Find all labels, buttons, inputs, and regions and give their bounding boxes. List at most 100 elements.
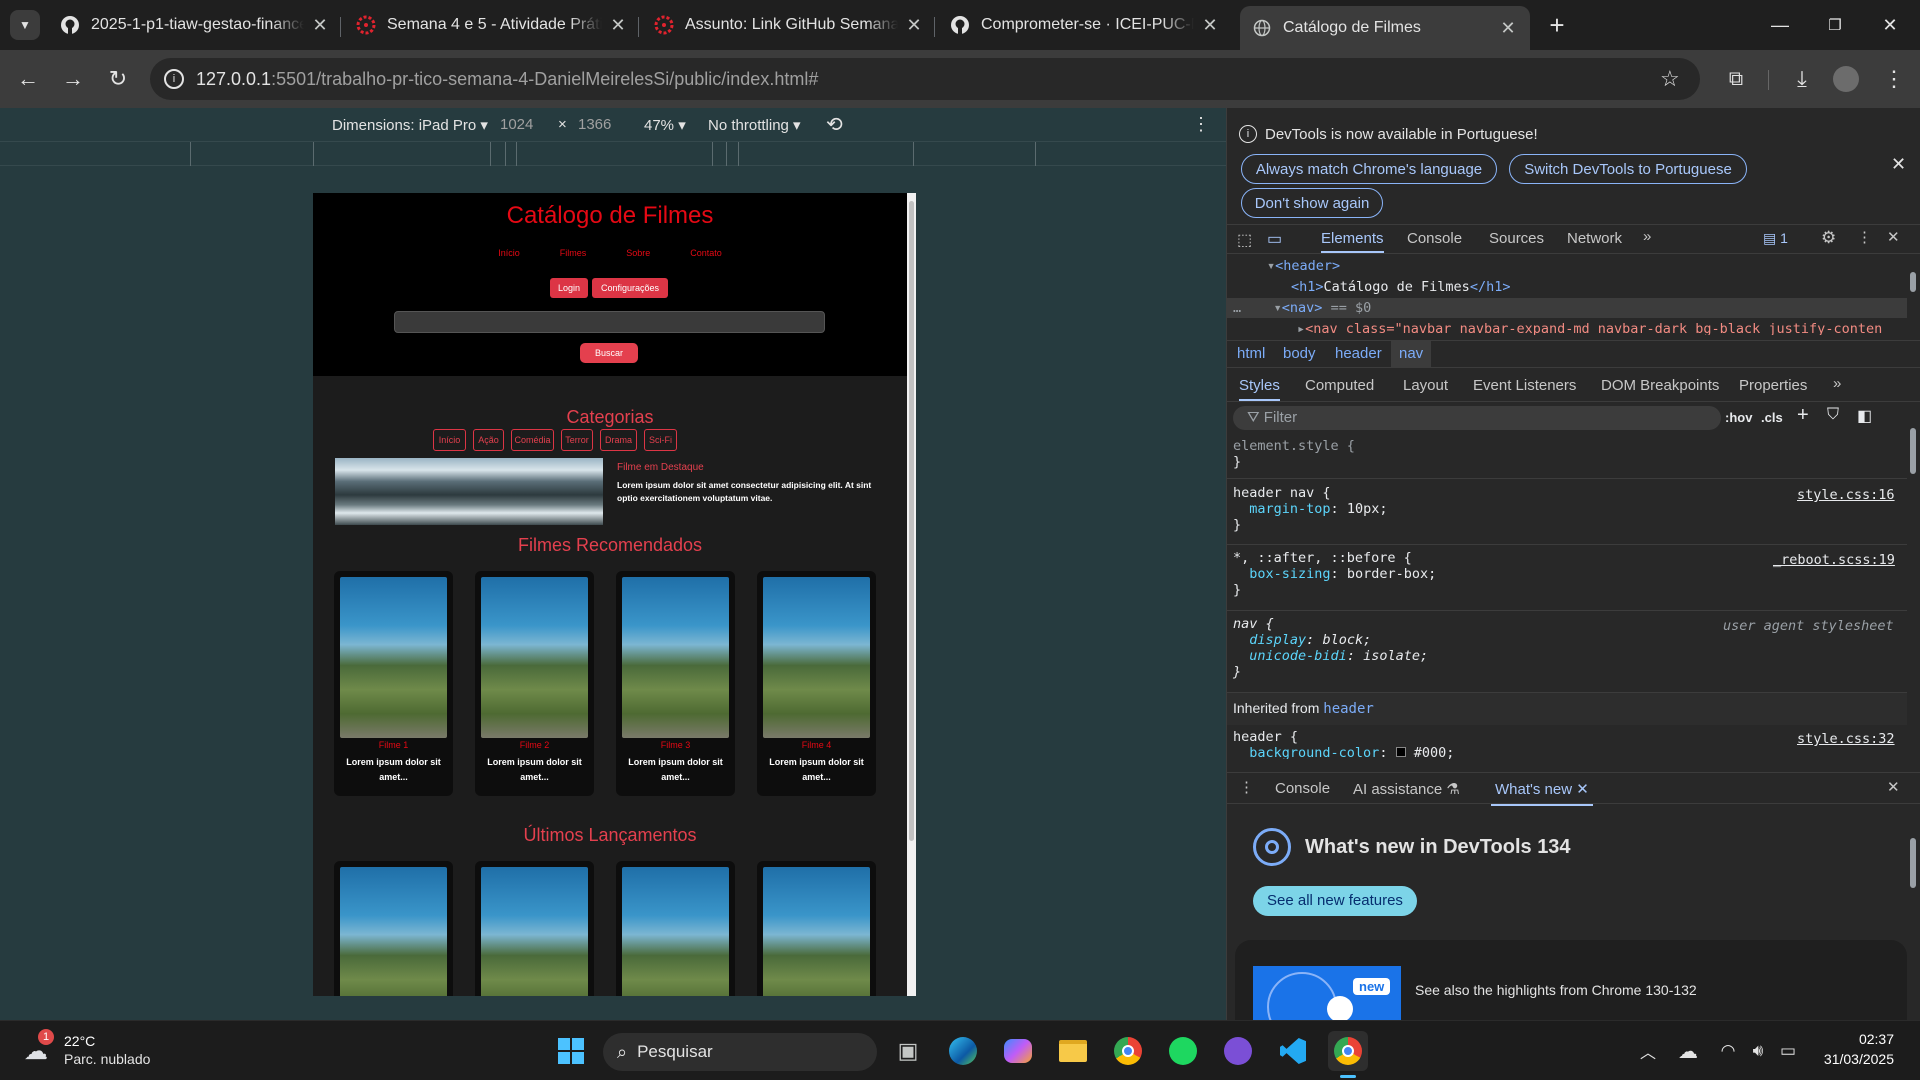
movie-card[interactable]: Filme 4 Lorem ipsum dolor sit amet... [757, 571, 876, 796]
clock-time[interactable]: 02:37 [1826, 1031, 1894, 1047]
drawer-menu-icon[interactable]: ⋮ [1239, 778, 1254, 796]
dom-line-nav[interactable]: … ▾<nav> == $0 [1233, 300, 1371, 316]
menu-kebab-icon[interactable]: ⋮ [1876, 61, 1912, 97]
close-devtools-icon[interactable]: ✕ [1887, 228, 1900, 246]
more-style-tabs-icon[interactable]: » [1833, 375, 1841, 392]
movie-card[interactable]: Filme 2 Lorem ipsum dolor sit amet... [475, 571, 594, 796]
rule-element-style[interactable]: element.style { } [1233, 438, 1355, 470]
close-banner-icon[interactable]: ✕ [1891, 154, 1906, 175]
drawer-tab-whats-new[interactable]: What's new ✕ [1491, 780, 1593, 806]
search-input[interactable] [394, 311, 825, 333]
new-tab-button[interactable]: + [1540, 8, 1574, 42]
login-button[interactable]: Login [550, 278, 588, 298]
chrome-dev-icon[interactable] [1328, 1031, 1368, 1071]
issues-badge[interactable]: ▤ 1 [1763, 230, 1788, 247]
crumb-body[interactable]: body [1283, 345, 1316, 362]
tab-3[interactable]: Assunto: Link GitHub Semana 3 ✕ [654, 8, 924, 42]
close-tab-icon[interactable]: ✕ [1576, 781, 1589, 798]
movie-card[interactable]: Filme 1 Lorem ipsum dolor sit amet... [334, 571, 453, 796]
crumb-header[interactable]: header [1335, 345, 1382, 362]
tab-dom-breakpoints[interactable]: DOM Breakpoints [1601, 377, 1719, 394]
bookmark-star-icon[interactable]: ☆ [1660, 66, 1680, 92]
drawer-tab-console[interactable]: Console [1275, 780, 1330, 797]
switch-language-button[interactable]: Switch DevTools to Portuguese [1509, 154, 1747, 184]
chrome-icon[interactable] [1108, 1031, 1148, 1071]
height-input[interactable]: 1366 [578, 116, 611, 133]
battery-icon[interactable]: ▭ [1768, 1031, 1808, 1071]
source-link[interactable]: _reboot.scss:19 [1773, 552, 1895, 568]
site-info-icon[interactable]: i [164, 69, 184, 89]
nav-link-inicio[interactable]: Início [498, 248, 520, 258]
release-card[interactable] [757, 861, 876, 996]
tab-layout[interactable]: Layout [1403, 377, 1448, 394]
search-button[interactable]: Buscar [580, 343, 638, 363]
tab-properties[interactable]: Properties [1739, 377, 1807, 394]
close-tab-icon[interactable]: ✕ [904, 15, 924, 36]
settings-button[interactable]: Configurações [592, 278, 668, 298]
drawer-tab-ai[interactable]: AI assistance ⚗ [1353, 780, 1460, 798]
onedrive-icon[interactable]: ☁ [1668, 1031, 1708, 1071]
close-drawer-icon[interactable]: ✕ [1887, 778, 1900, 796]
tab-4[interactable]: Comprometer-se · ICEI-PUC-Min ✕ [950, 8, 1220, 42]
tab-elements[interactable]: Elements [1321, 230, 1384, 253]
restore-button[interactable]: ❐ [1815, 10, 1855, 40]
hov-toggle[interactable]: :hov [1725, 410, 1752, 425]
address-bar[interactable]: i 127.0.0.1:5501/trabalho-pr-tico-semana… [150, 58, 1700, 100]
devtools-menu-icon[interactable]: ⋮ [1857, 228, 1872, 246]
release-card[interactable] [334, 861, 453, 996]
close-tab-icon[interactable]: ✕ [310, 15, 330, 36]
movie-card[interactable]: Filme 3 Lorem ipsum dolor sit amet... [616, 571, 735, 796]
avatar[interactable] [1828, 61, 1864, 97]
category-drama[interactable]: Drama [600, 429, 637, 451]
rule-header-nav[interactable]: header nav { margin-top: 10px; } [1233, 485, 1387, 533]
styles-scrollbar[interactable] [1909, 408, 1917, 770]
tab-network[interactable]: Network [1567, 230, 1622, 247]
zoom-select[interactable]: 47% ▾ [644, 116, 686, 134]
nav-link-sobre[interactable]: Sobre [626, 248, 650, 258]
throttling-select[interactable]: No throttling ▾ [708, 116, 801, 134]
minimize-button[interactable]: — [1760, 10, 1800, 40]
crumb-nav[interactable]: nav [1391, 341, 1432, 367]
add-rule-icon[interactable]: + [1797, 404, 1809, 427]
close-tab-icon[interactable]: ✕ [1498, 18, 1518, 39]
rotate-icon[interactable]: ⟲ [826, 112, 843, 137]
tab-sources[interactable]: Sources [1489, 230, 1544, 247]
match-language-button[interactable]: Always match Chrome's language [1241, 154, 1497, 184]
paint-icon[interactable]: ⛉ [1827, 406, 1839, 424]
tab-2[interactable]: Semana 4 e 5 - Atividade Prátic ✕ [356, 8, 628, 42]
windows-start-icon[interactable] [551, 1031, 591, 1071]
back-arrow-icon[interactable]: ← [10, 61, 46, 97]
more-tabs-icon[interactable]: » [1643, 228, 1651, 245]
rule-header[interactable]: header { background-color: #000; [1233, 729, 1454, 759]
close-tab-icon[interactable]: ✕ [1200, 15, 1220, 36]
device-more-icon[interactable]: ⋮ [1192, 114, 1210, 135]
weather-widget[interactable]: ☁ 1 22°C Parc. nublado [20, 1029, 170, 1071]
category-acao[interactable]: Ação [473, 429, 504, 451]
dom-scrollbar[interactable] [1909, 258, 1917, 338]
close-tab-icon[interactable]: ✕ [608, 15, 628, 36]
dimensions-select[interactable]: Dimensions: iPad Pro ▾ [332, 116, 488, 134]
download-icon[interactable]: ⤓ [1784, 61, 1820, 97]
see-all-features-button[interactable]: See all new features [1253, 886, 1417, 916]
category-comedia[interactable]: Comédia [511, 429, 554, 451]
close-window-button[interactable]: ✕ [1870, 10, 1910, 40]
forward-arrow-icon[interactable]: → [55, 61, 91, 97]
edge-icon[interactable] [943, 1031, 983, 1071]
cls-toggle[interactable]: .cls [1761, 410, 1783, 425]
tab-styles[interactable]: Styles [1239, 377, 1280, 401]
rule-universal[interactable]: *, ::after, ::before { box-sizing: borde… [1233, 550, 1436, 598]
reload-icon[interactable]: ↻ [100, 61, 136, 97]
device-toggle-icon[interactable]: ▭ [1267, 229, 1282, 249]
spotify-icon[interactable] [1163, 1031, 1203, 1071]
nav-link-contato[interactable]: Contato [690, 248, 722, 258]
inspect-icon[interactable]: ⬚ [1237, 230, 1252, 250]
file-explorer-icon[interactable] [1053, 1031, 1093, 1071]
taskbar-search[interactable]: ⌕ Pesquisar [603, 1033, 877, 1071]
tab-5-active[interactable]: Catálogo de Filmes ✕ [1240, 6, 1530, 50]
tab-event-listeners[interactable]: Event Listeners [1473, 377, 1576, 394]
dom-line-inner-nav[interactable]: ▸<nav class="navbar navbar-expand-md nav… [1297, 321, 1897, 335]
extensions-icon[interactable]: ⧉ [1718, 61, 1754, 97]
drawer-scrollbar[interactable] [1909, 808, 1917, 1020]
rule-nav-ua[interactable]: nav { display: block; unicode-bidi: isol… [1233, 616, 1428, 680]
tab-search-button[interactable]: ▼ [10, 10, 40, 40]
